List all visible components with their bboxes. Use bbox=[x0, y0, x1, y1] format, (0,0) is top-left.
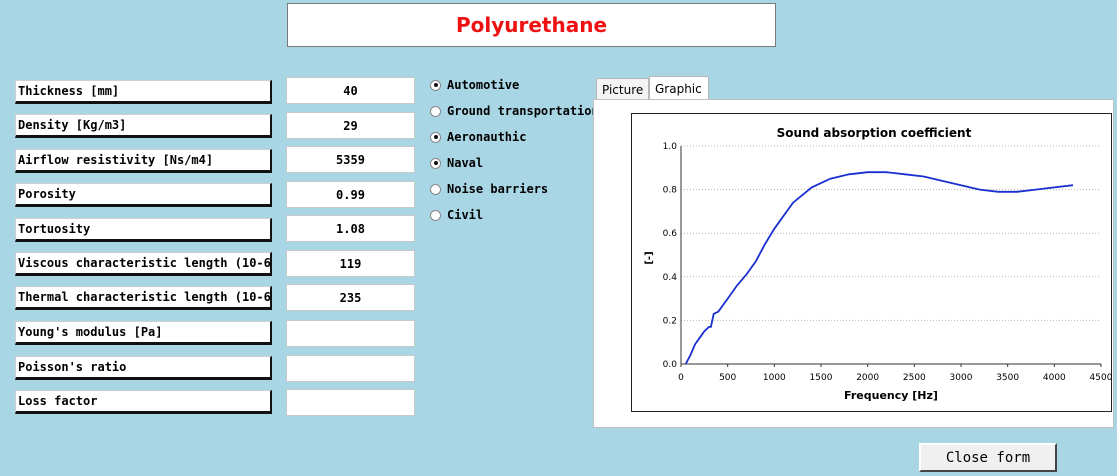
radio-indicator[interactable] bbox=[430, 79, 441, 91]
label-density: Density [Kg/m3] bbox=[15, 114, 272, 138]
radio-dot bbox=[433, 135, 438, 139]
radio-label: Aeronauthic bbox=[447, 130, 527, 144]
y-tick-label: 0.8 bbox=[663, 186, 678, 196]
tab-picture[interactable]: Picture bbox=[596, 78, 649, 100]
thickness-field[interactable]: 40 bbox=[286, 77, 415, 104]
label-youngs-modulus: Young's modulus [Pa] bbox=[15, 321, 272, 345]
youngs-modulus-field[interactable] bbox=[286, 320, 415, 347]
close-form-button[interactable]: Close form bbox=[919, 443, 1057, 472]
loss-factor-field[interactable] bbox=[286, 389, 415, 416]
radio-ground-transportation[interactable]: Ground transportation bbox=[430, 103, 599, 119]
radio-label: Noise barriers bbox=[447, 182, 549, 196]
thermal-length-field[interactable]: 235 bbox=[286, 284, 415, 311]
label-viscous-length: Viscous characteristic length (10-6 m) bbox=[15, 252, 272, 276]
radio-aeronauthic[interactable]: Aeronauthic bbox=[430, 129, 526, 145]
radio-indicator[interactable] bbox=[430, 183, 441, 195]
x-tick-label: 2500 bbox=[903, 373, 926, 383]
material-title: Polyurethane bbox=[287, 3, 776, 47]
label-poissons-ratio: Poisson's ratio bbox=[15, 356, 272, 380]
x-tick-label: 0 bbox=[678, 373, 684, 383]
x-tick-label: 2000 bbox=[856, 373, 879, 383]
radio-civil[interactable]: Civil bbox=[430, 207, 483, 223]
label-porosity: Porosity bbox=[15, 183, 272, 207]
radio-label: Naval bbox=[447, 156, 484, 170]
x-tick-label: 3000 bbox=[950, 373, 973, 383]
chart-title: Sound absorption coefficient bbox=[777, 126, 972, 140]
radio-dot bbox=[433, 161, 438, 165]
radio-dot bbox=[433, 83, 438, 87]
radio-label: Automotive bbox=[447, 78, 520, 92]
density-field[interactable]: 29 bbox=[286, 112, 415, 139]
radio-indicator[interactable] bbox=[430, 157, 441, 169]
radio-indicator[interactable] bbox=[430, 105, 441, 117]
y-tick-label: 0.2 bbox=[663, 316, 677, 326]
label-thickness: Thickness [mm] bbox=[15, 80, 272, 104]
radio-indicator[interactable] bbox=[430, 209, 441, 221]
label-airflow-resistivity: Airflow resistivity [Ns/m4] bbox=[15, 149, 272, 173]
label-tortuosity: Tortuosity bbox=[15, 218, 272, 242]
chart-svg: 0.0 0.2 0.4 0.6 0.8 1.0 0 500 1000 1500 2000 2500 30… bbox=[644, 126, 1113, 402]
x-tick-label: 500 bbox=[719, 373, 736, 383]
label-thermal-length: Thermal characteristic length (10-6 m) bbox=[15, 286, 272, 310]
radio-label: Ground transportation bbox=[447, 104, 599, 118]
poissons-ratio-field[interactable] bbox=[286, 355, 415, 382]
label-loss-factor: Loss factor bbox=[15, 390, 272, 414]
radio-automotive[interactable]: Automotive bbox=[430, 77, 519, 93]
airflow-resistivity-field[interactable]: 5359 bbox=[286, 146, 415, 173]
series-line bbox=[684, 171, 1074, 365]
radio-naval[interactable]: Naval bbox=[430, 155, 483, 171]
x-tick-label: 3500 bbox=[996, 373, 1019, 383]
x-axis-label: Frequency [Hz] bbox=[844, 389, 938, 402]
radio-noise-barriers[interactable]: Noise barriers bbox=[430, 181, 548, 197]
y-axis-label: [-] bbox=[644, 251, 655, 264]
y-tick-label: 0.0 bbox=[663, 360, 678, 370]
y-tick-label: 1.0 bbox=[663, 142, 678, 152]
viscous-length-field[interactable]: 119 bbox=[286, 250, 415, 277]
radio-label: Civil bbox=[447, 208, 484, 222]
porosity-field[interactable]: 0.99 bbox=[286, 181, 415, 208]
y-tick-label: 0.6 bbox=[663, 229, 678, 239]
x-tick-label: 4500 bbox=[1090, 373, 1113, 383]
tab-graphic[interactable]: Graphic bbox=[649, 76, 709, 100]
tortuosity-field[interactable]: 1.08 bbox=[286, 215, 415, 242]
x-tick-label: 4000 bbox=[1043, 373, 1066, 383]
x-tick-label: 1500 bbox=[810, 373, 833, 383]
sound-absorption-chart: 0.0 0.2 0.4 0.6 0.8 1.0 0 500 1000 1500 2000 2500 30… bbox=[631, 113, 1113, 412]
radio-indicator[interactable] bbox=[430, 131, 441, 143]
y-tick-label: 0.4 bbox=[663, 273, 678, 283]
x-tick-label: 1000 bbox=[763, 373, 786, 383]
